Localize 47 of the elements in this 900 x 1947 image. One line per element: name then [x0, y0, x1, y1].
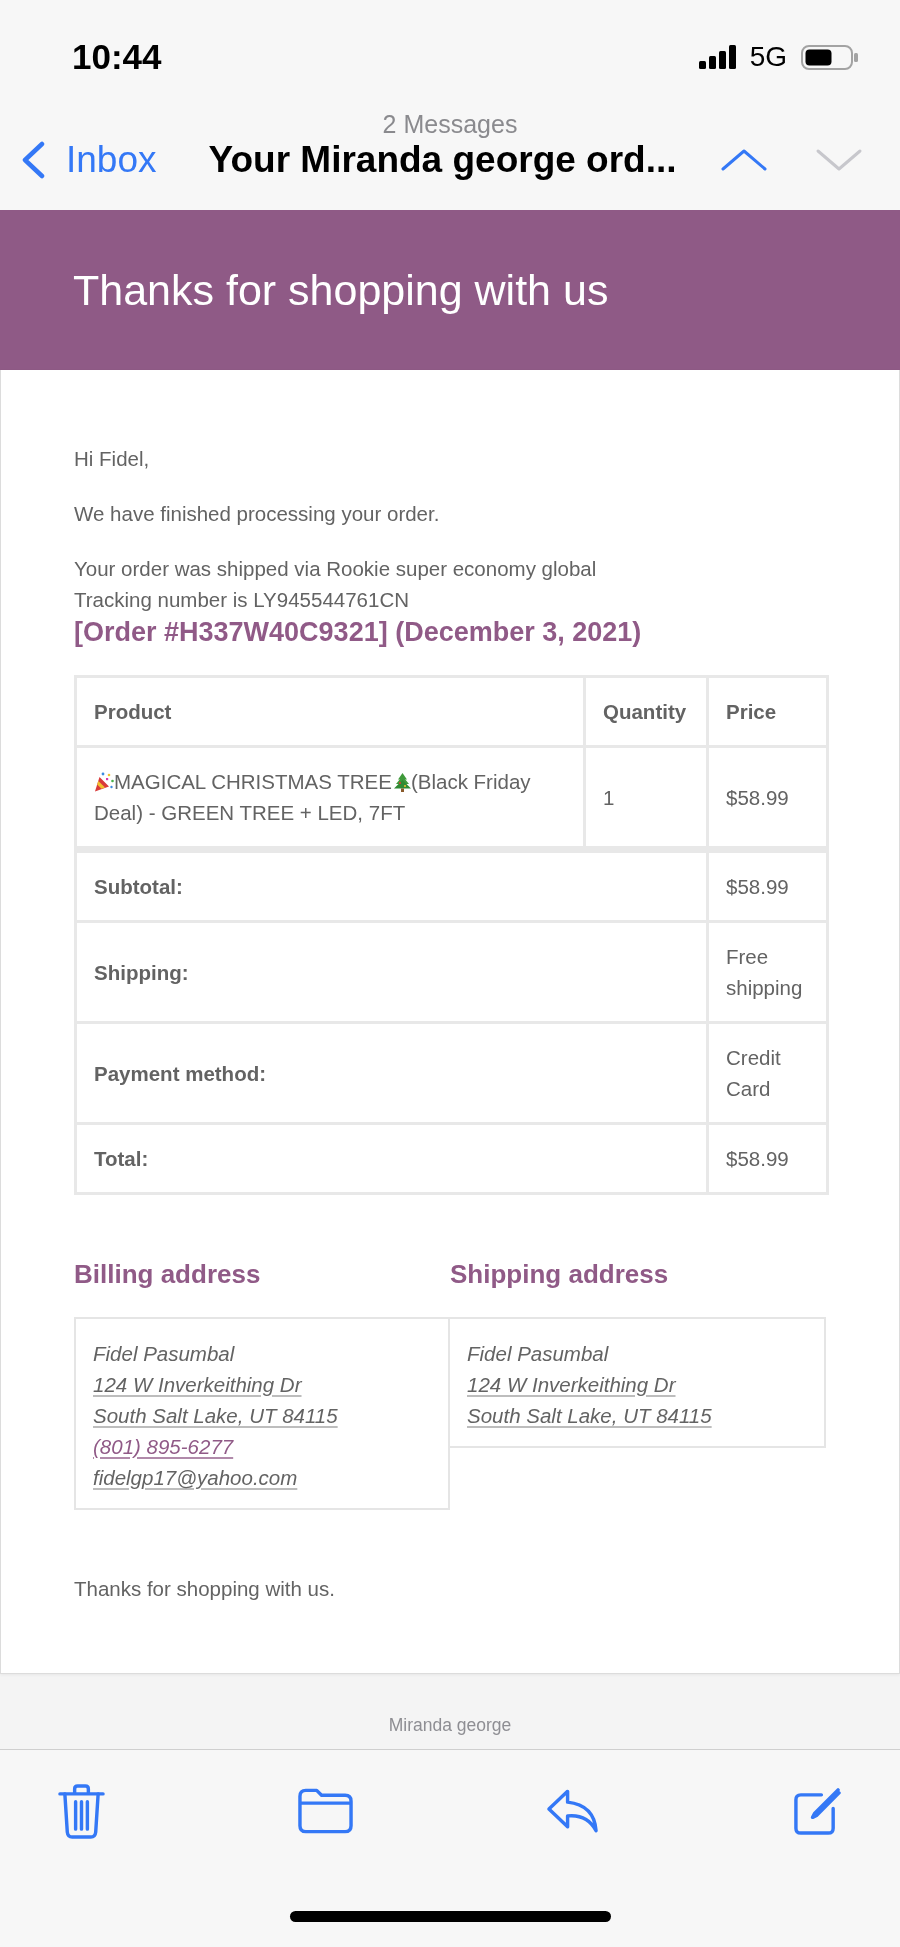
- total-label: Subtotal:: [75, 849, 708, 922]
- email-header-title: Thanks for shopping with us: [73, 265, 609, 315]
- reply-icon[interactable]: [546, 1788, 599, 1834]
- email-link[interactable]: fidelgp17@yahoo.com: [93, 1466, 298, 1489]
- compose-icon[interactable]: [792, 1786, 841, 1836]
- total-label: Total:: [75, 1123, 708, 1194]
- column-header: Quantity: [584, 676, 708, 747]
- back-button[interactable]: Inbox: [18, 138, 159, 182]
- total-value: Credit Card: [707, 1022, 828, 1124]
- total-label: Shipping:: [75, 921, 708, 1023]
- order-heading: [Order #H337W40C9321] (December 3, 2021): [74, 616, 643, 649]
- product-name: MAGICAL CHRISTMAS TREE: [114, 769, 392, 795]
- address-heading: Billing address: [74, 1258, 262, 1291]
- total-value: $58.99: [707, 1123, 828, 1194]
- status-time: 10:44: [72, 37, 162, 77]
- total-label: Payment method:: [75, 1022, 708, 1124]
- folder-icon[interactable]: [298, 1788, 353, 1834]
- party-popper-icon: [94, 771, 114, 792]
- column-header: Product: [75, 676, 585, 747]
- total-value: $58.99: [707, 849, 828, 922]
- column-header: Price: [707, 676, 828, 747]
- product-name: (Black Friday: [410, 769, 531, 795]
- address-name: Fidel Pasumbal: [467, 1342, 609, 1365]
- network-label: 5G: [749, 41, 787, 73]
- chevron-up-icon[interactable]: [720, 148, 768, 172]
- body-text: Your order was shipped via Rookie super economy global: [74, 556, 598, 582]
- christmas-tree-icon: [393, 771, 411, 792]
- body-text: Tracking number is LY945544761CN: [74, 587, 411, 613]
- total-value: Free shipping: [707, 921, 828, 1023]
- address-line[interactable]: South Salt Lake, UT 84115: [467, 1404, 712, 1427]
- battery-icon: [801, 44, 858, 70]
- greeting-text: Hi Fidel,: [74, 446, 151, 472]
- phone-link[interactable]: (801) 895-6277: [93, 1435, 234, 1458]
- address-line[interactable]: South Salt Lake, UT 84115: [93, 1404, 338, 1427]
- closing-text: Thanks for shopping with us.: [74, 1576, 336, 1602]
- signal-icon: [698, 45, 738, 69]
- chevron-left-icon: [20, 141, 46, 179]
- product-name: Deal) - GREEN TREE + LED, 7FT: [94, 800, 407, 826]
- address-heading: Shipping address: [450, 1258, 670, 1291]
- address-line[interactable]: 124 W Inverkeithing Dr: [93, 1373, 302, 1396]
- message-count: 2 Messages: [381, 110, 519, 138]
- address-line[interactable]: 124 W Inverkeithing Dr: [467, 1373, 676, 1396]
- body-text: We have finished processing your order.: [74, 501, 441, 527]
- message-subject: Your Miranda george ord...: [208, 138, 677, 182]
- trash-icon[interactable]: [58, 1783, 105, 1839]
- address-name: Fidel Pasumbal: [93, 1342, 235, 1365]
- sender-name: Miranda george: [388, 1715, 512, 1735]
